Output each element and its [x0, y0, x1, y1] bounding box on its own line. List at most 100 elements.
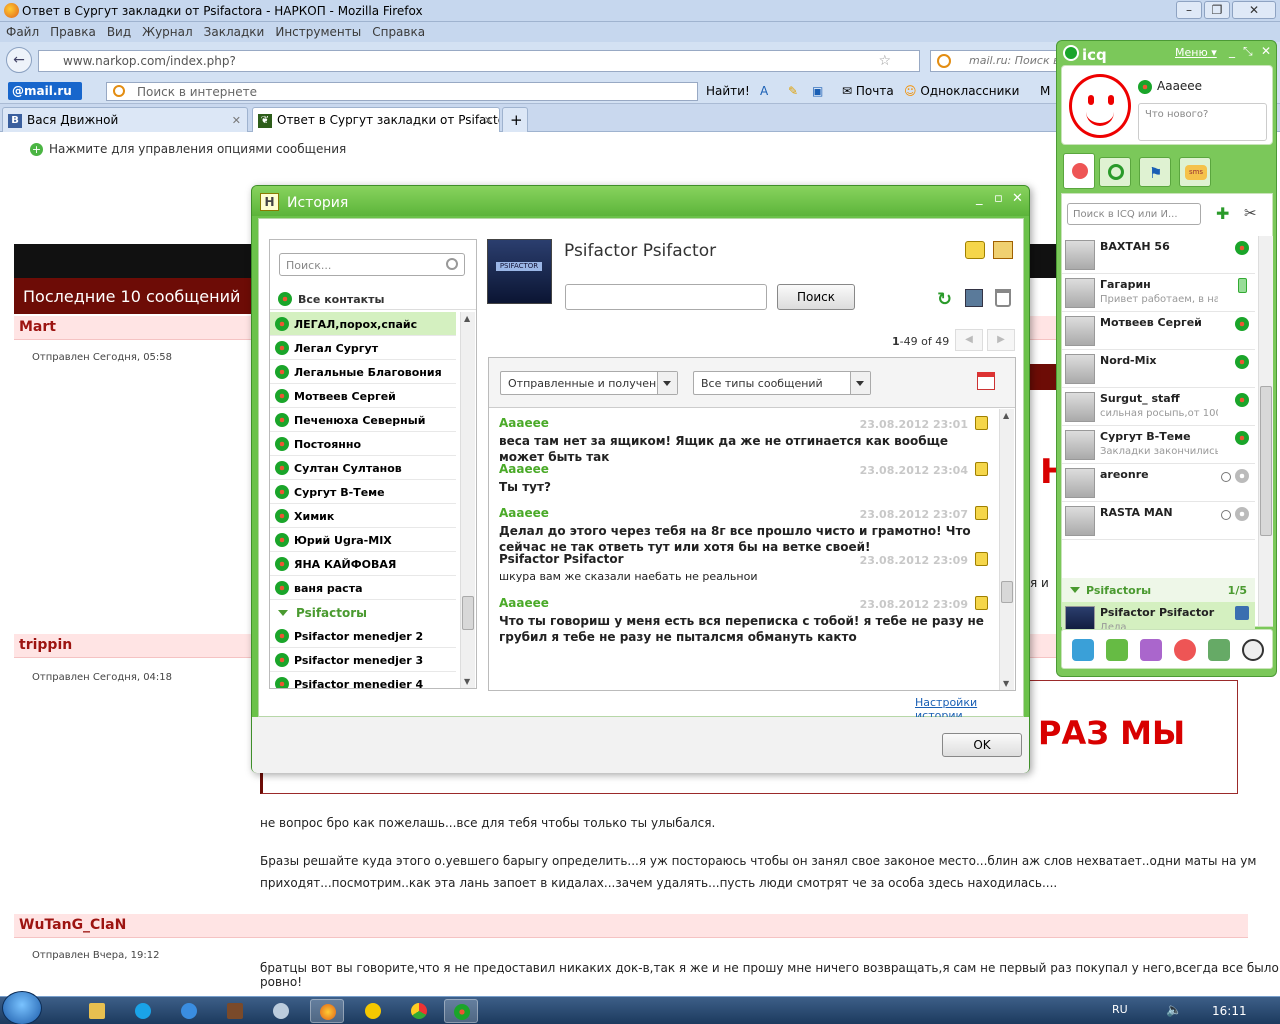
icq-contact-item[interactable]: Сургут В-ТемеЗакладки закончились!!...: [1062, 426, 1255, 464]
puzzle-icon[interactable]: [1140, 639, 1162, 661]
tab-vk[interactable]: В Вася Движной ✕: [2, 107, 248, 132]
minimize-button[interactable]: _: [1229, 44, 1235, 58]
games-icon[interactable]: [1072, 639, 1094, 661]
taskbar-app2[interactable]: [264, 999, 298, 1023]
menu-bookmarks[interactable]: Закладки: [198, 22, 270, 39]
icq-contact-item[interactable]: Nord-Mix: [1062, 350, 1255, 388]
icq-scrollbar[interactable]: [1258, 236, 1273, 626]
folder-icon[interactable]: [965, 241, 985, 259]
tab-close-icon[interactable]: ✕: [484, 114, 493, 127]
taskbar-firefox[interactable]: [310, 999, 344, 1023]
minimize-button[interactable]: –: [1176, 1, 1202, 19]
tab-narkop[interactable]: ❦ Ответ в Сургут закладки от Psifactor..…: [252, 107, 500, 133]
history-contact-item[interactable]: Юрий Ugra-MIX: [270, 528, 456, 552]
maximize-button[interactable]: ❐: [1204, 1, 1230, 19]
contact-card-icon[interactable]: [993, 241, 1013, 259]
message-action-icon[interactable]: [975, 462, 988, 476]
history-contact-item[interactable]: Химик: [270, 504, 456, 528]
tab-flags[interactable]: ⚑: [1139, 157, 1171, 187]
tab-sms[interactable]: sms: [1179, 157, 1211, 187]
menu-history[interactable]: Журнал: [136, 22, 198, 39]
message-options-link[interactable]: + Нажмите для управления опциями сообщени…: [30, 142, 346, 156]
history-contact-item[interactable]: Сургут В-Теме: [270, 480, 456, 504]
tab-live[interactable]: [1099, 157, 1131, 187]
icq-contact-item[interactable]: RASTA MAN: [1062, 502, 1255, 540]
app-icon[interactable]: [1106, 639, 1128, 661]
history-contact-item[interactable]: Psifactor menedjer 3: [270, 648, 456, 672]
start-button[interactable]: [2, 991, 42, 1024]
panda-icon[interactable]: [1242, 639, 1264, 661]
history-contact-item[interactable]: ЯНА КАЙФОВАЯ: [270, 552, 456, 576]
find-button[interactable]: Найти!: [706, 84, 750, 98]
toolbar-search-input[interactable]: Поиск в интернете: [106, 82, 698, 101]
more-button[interactable]: М: [1040, 84, 1050, 98]
prev-page-button[interactable]: ◀: [955, 329, 983, 351]
tab-close-icon[interactable]: ✕: [232, 114, 241, 127]
post-user-link[interactable]: WuTanG_ClaN: [19, 917, 126, 933]
icq-menu-button[interactable]: Меню ▾: [1175, 46, 1217, 59]
history-contact-item[interactable]: Султан Султанов: [270, 456, 456, 480]
star-icon[interactable]: ☆: [878, 53, 891, 69]
refresh-icon[interactable]: ↻: [937, 289, 957, 310]
menu-file[interactable]: Файл: [0, 22, 44, 39]
icq-contact-item[interactable]: areonre: [1062, 464, 1255, 502]
history-group-header[interactable]: Psifactorы: [270, 600, 456, 624]
close-button[interactable]: ✕: [1261, 44, 1271, 58]
post-user-link[interactable]: trippin: [19, 637, 72, 653]
restore-button[interactable]: ⤡: [1243, 44, 1253, 59]
taskbar-explorer[interactable]: [80, 999, 114, 1023]
user-avatar[interactable]: [1069, 74, 1131, 138]
taskbar-app3[interactable]: [356, 999, 390, 1023]
trash-icon[interactable]: [995, 289, 1011, 307]
translate-icon[interactable]: A: [760, 84, 768, 98]
icq-contact-item[interactable]: ВАХТАН 56: [1062, 236, 1255, 274]
user-nickname[interactable]: Aaaeee: [1157, 79, 1202, 93]
history-contact-item[interactable]: Легал Сургут: [270, 336, 456, 360]
history-contact-item[interactable]: ваня раста: [270, 576, 456, 600]
url-bar[interactable]: www.narkop.com/index.php? ☆: [38, 50, 920, 72]
mailru-logo[interactable]: @mail.ru: [8, 82, 82, 100]
history-contact-item[interactable]: Psifactor menedjer 4: [270, 672, 456, 688]
save-icon[interactable]: [965, 289, 983, 307]
phone-icon[interactable]: [1208, 639, 1230, 661]
history-contact-item[interactable]: Печенюха Северный: [270, 408, 456, 432]
browser-search-input[interactable]: mail.ru: Поиск в: [930, 50, 1058, 72]
new-tab-button[interactable]: +: [502, 107, 528, 132]
page-icon[interactable]: ▣: [812, 84, 823, 98]
message-action-icon[interactable]: [975, 506, 988, 520]
clock[interactable]: 16:11: [1212, 1004, 1247, 1018]
history-search-input[interactable]: [565, 284, 767, 310]
menu-tools[interactable]: Инструменты: [269, 22, 366, 39]
history-contact-item[interactable]: Легальные Благовония: [270, 360, 456, 384]
icq-contact-item[interactable]: Мотвеев Сергей: [1062, 312, 1255, 350]
taskbar-app[interactable]: [218, 999, 252, 1023]
maximize-button[interactable]: ▫: [994, 191, 1003, 206]
icq-contact-item[interactable]: Surgut_ staffсильная росыпь,от 1000...: [1062, 388, 1255, 426]
taskbar-chrome[interactable]: [402, 999, 436, 1023]
history-contact-item[interactable]: Постоянно: [270, 432, 456, 456]
message-action-icon[interactable]: [975, 552, 988, 566]
taskbar-skype[interactable]: [126, 999, 160, 1023]
status-flower-icon[interactable]: [1138, 80, 1152, 94]
tab-contacts[interactable]: [1063, 153, 1095, 189]
contact-list-scrollbar[interactable]: ▲ ▼: [460, 312, 475, 688]
message-action-icon[interactable]: [975, 596, 988, 610]
history-contact-item[interactable]: ЛЕГАЛ,порох,спайс: [270, 312, 456, 336]
message-scrollbar[interactable]: ▲ ▼: [999, 409, 1014, 690]
close-button[interactable]: ✕: [1012, 191, 1023, 206]
search-engine-icon[interactable]: [937, 54, 951, 68]
settings-icon[interactable]: ✂: [1244, 204, 1257, 222]
taskbar-icq[interactable]: [444, 999, 478, 1023]
close-button[interactable]: ✕: [1232, 1, 1276, 19]
history-contact-item[interactable]: Psifactor menedjer 2: [270, 624, 456, 648]
mail-button[interactable]: ✉ Почта: [842, 84, 894, 98]
add-contact-icon[interactable]: ✚: [1216, 204, 1229, 223]
help-icon[interactable]: [1174, 639, 1196, 661]
language-indicator[interactable]: RU: [1112, 1003, 1128, 1016]
menu-edit[interactable]: Правка: [44, 22, 101, 39]
volume-icon[interactable]: 🔈: [1166, 1003, 1182, 1018]
menu-help[interactable]: Справка: [366, 22, 430, 39]
message-action-icon[interactable]: [975, 416, 988, 430]
icq-group-psifactor[interactable]: Psifactorы 1/5: [1062, 578, 1255, 602]
next-page-button[interactable]: ▶: [987, 329, 1015, 351]
